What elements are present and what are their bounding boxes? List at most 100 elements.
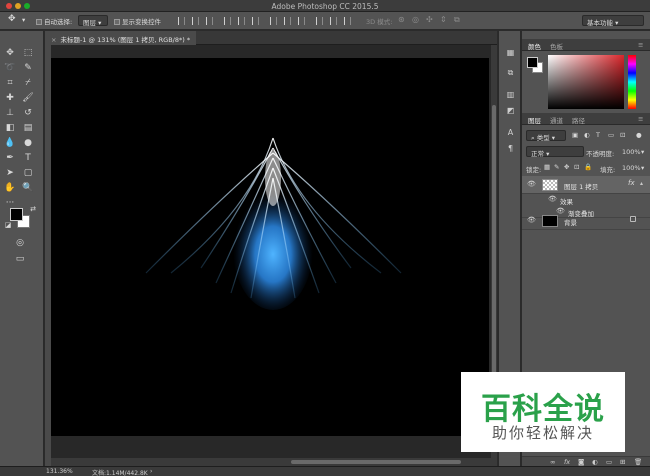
align-hcenter-icon[interactable]	[238, 17, 245, 25]
path-select-tool-icon[interactable]: ➤	[4, 167, 16, 179]
tab-channels[interactable]: 通道	[550, 115, 563, 125]
lock-artboard-icon[interactable]: ⊡	[574, 163, 579, 171]
filter-adjust-icon[interactable]: ◐	[584, 131, 590, 139]
auto-select-dropdown[interactable]: 图层 ▾	[78, 15, 108, 27]
tab-swatches[interactable]: 色板	[550, 41, 563, 51]
document-tab[interactable]: × 未标题-1 @ 131% (图层 1 拷贝, RGB/8*) *	[45, 31, 197, 45]
hue-slider[interactable]	[628, 55, 636, 109]
scale-3d-icon[interactable]: ⧉	[454, 15, 460, 25]
tool-preset-chevron-icon[interactable]: ▾	[22, 16, 25, 24]
effects-expand-chevron-icon[interactable]: ▴	[640, 180, 643, 187]
blend-mode-dropdown[interactable]: 正常 ▾	[526, 146, 584, 158]
quick-mask-icon[interactable]: ◎	[14, 237, 26, 249]
auto-select-checkbox[interactable]: 自动选择:	[36, 16, 72, 26]
filter-toggle-icon[interactable]: ●	[636, 131, 642, 139]
healing-brush-tool-icon[interactable]: ✚	[4, 92, 16, 104]
gradient-tool-icon[interactable]: ▤	[22, 122, 34, 134]
layer-row[interactable]: 👁 图层 1 拷贝 fx ▴	[522, 176, 650, 194]
type-tool-icon[interactable]: T	[22, 152, 34, 164]
add-mask-icon[interactable]: ◙	[578, 458, 584, 466]
layer-name[interactable]: 图层 1 拷贝	[564, 181, 598, 191]
new-layer-icon[interactable]: ⊞	[620, 458, 625, 466]
brush-tool-icon[interactable]: 🖌	[22, 92, 34, 104]
align-right-icon[interactable]	[252, 17, 259, 25]
layers-menu-icon[interactable]: ≡	[638, 115, 643, 123]
paragraph-panel-icon[interactable]: ¶	[505, 143, 516, 154]
opacity-chevron-icon[interactable]: ▾	[641, 148, 644, 156]
delete-layer-icon[interactable]: 🗑	[634, 458, 642, 466]
workspace-dropdown[interactable]: 基本功能 ▾	[582, 15, 644, 27]
tab-close-icon[interactable]: ×	[51, 36, 56, 44]
new-group-icon[interactable]: ▭	[606, 458, 612, 466]
swap-colors-icon[interactable]: ⇄	[27, 203, 39, 215]
screen-mode-icon[interactable]: ▭	[14, 253, 26, 265]
blur-tool-icon[interactable]: 💧	[4, 137, 16, 149]
horizontal-scrollbar[interactable]	[51, 458, 491, 466]
move-tool-icon[interactable]: ✥	[4, 47, 16, 59]
hand-tool-icon[interactable]: ✋	[4, 182, 16, 194]
layer-visibility-eye-icon[interactable]: 👁	[527, 180, 536, 188]
fill-value[interactable]: 100%	[622, 164, 641, 172]
align-bottom-icon[interactable]	[206, 17, 213, 25]
distribute-bottom-icon[interactable]	[298, 17, 305, 25]
layer-effects-fx-icon[interactable]: fx	[628, 179, 635, 187]
align-vcenter-icon[interactable]	[192, 17, 199, 25]
opacity-value[interactable]: 100%	[622, 148, 641, 156]
effects-visibility-eye-icon[interactable]: 👁	[548, 195, 557, 203]
lock-image-icon[interactable]: ✎	[554, 163, 559, 171]
pan-3d-icon[interactable]: ✣	[426, 15, 433, 24]
color-picker-field[interactable]	[548, 55, 624, 109]
lasso-tool-icon[interactable]: ➰	[4, 62, 16, 74]
foreground-color-swatch[interactable]	[10, 208, 23, 221]
tab-layers[interactable]: 图层	[528, 115, 541, 125]
lock-all-icon[interactable]: 🔒	[584, 163, 592, 171]
eraser-tool-icon[interactable]: ◧	[4, 122, 16, 134]
checkbox-box[interactable]	[36, 19, 42, 25]
styles-panel-icon[interactable]: ◩	[505, 105, 516, 116]
filter-shape-icon[interactable]: ▭	[608, 131, 614, 139]
history-panel-icon[interactable]: ▦	[505, 47, 516, 58]
eyedropper-tool-icon[interactable]: ⌿	[22, 77, 34, 89]
distribute-right-icon[interactable]	[344, 17, 351, 25]
filter-pixel-icon[interactable]: ▣	[572, 131, 578, 139]
lock-transparent-icon[interactable]: ▦	[544, 163, 550, 171]
add-style-fx-icon[interactable]: fx	[564, 458, 570, 466]
tab-color[interactable]: 颜色	[528, 41, 541, 51]
align-left-icon[interactable]	[224, 17, 231, 25]
marquee-tool-icon[interactable]: ⬚	[22, 47, 34, 59]
color-panel-foreground-swatch[interactable]	[527, 57, 538, 68]
layer-name[interactable]: 背景	[564, 217, 577, 227]
zoom-tool-icon[interactable]: 🔍	[22, 182, 34, 194]
rotate-3d-icon[interactable]: ⊛	[398, 15, 405, 24]
history-brush-tool-icon[interactable]: ↺	[22, 107, 34, 119]
filter-type-icon[interactable]: T	[596, 131, 600, 139]
panel-menu-icon[interactable]: ≡	[638, 41, 643, 49]
align-top-icon[interactable]	[178, 17, 185, 25]
filter-kind-dropdown[interactable]: ⌕ 类型 ▾	[526, 130, 566, 142]
document-canvas[interactable]	[51, 58, 489, 436]
shape-tool-icon[interactable]: ▢	[22, 167, 34, 179]
checkbox-box[interactable]	[114, 19, 120, 25]
layer-row-background[interactable]: 👁 背景	[522, 212, 650, 230]
crop-tool-icon[interactable]: ⌗	[4, 77, 16, 89]
roll-3d-icon[interactable]: ◎	[412, 15, 419, 24]
layer-visibility-eye-icon[interactable]: 👁	[527, 216, 536, 224]
properties-panel-icon[interactable]: ⧉	[505, 67, 516, 78]
dodge-tool-icon[interactable]: ●	[22, 137, 34, 149]
show-transform-checkbox[interactable]: 显示变换控件	[114, 16, 161, 26]
move-tool-icon[interactable]: ✥	[8, 14, 16, 24]
clone-stamp-tool-icon[interactable]: ⊥	[4, 107, 16, 119]
filter-smart-icon[interactable]: ⊡	[620, 131, 625, 139]
quick-select-tool-icon[interactable]: ✎	[22, 62, 34, 74]
adjustments-panel-icon[interactable]: ▥	[505, 89, 516, 100]
distribute-top-icon[interactable]	[270, 17, 277, 25]
link-layers-icon[interactable]: ∞	[550, 458, 555, 466]
fill-chevron-icon[interactable]: ▾	[641, 164, 644, 172]
pen-tool-icon[interactable]: ✒	[4, 152, 16, 164]
distribute-vcenter-icon[interactable]	[284, 17, 291, 25]
layer-effects-row[interactable]: 👁 效果	[522, 194, 650, 206]
status-menu-icon[interactable]: ›	[150, 468, 152, 475]
distribute-hcenter-icon[interactable]	[330, 17, 337, 25]
new-adjustment-icon[interactable]: ◐	[592, 458, 598, 466]
character-panel-icon[interactable]: A	[505, 127, 516, 138]
